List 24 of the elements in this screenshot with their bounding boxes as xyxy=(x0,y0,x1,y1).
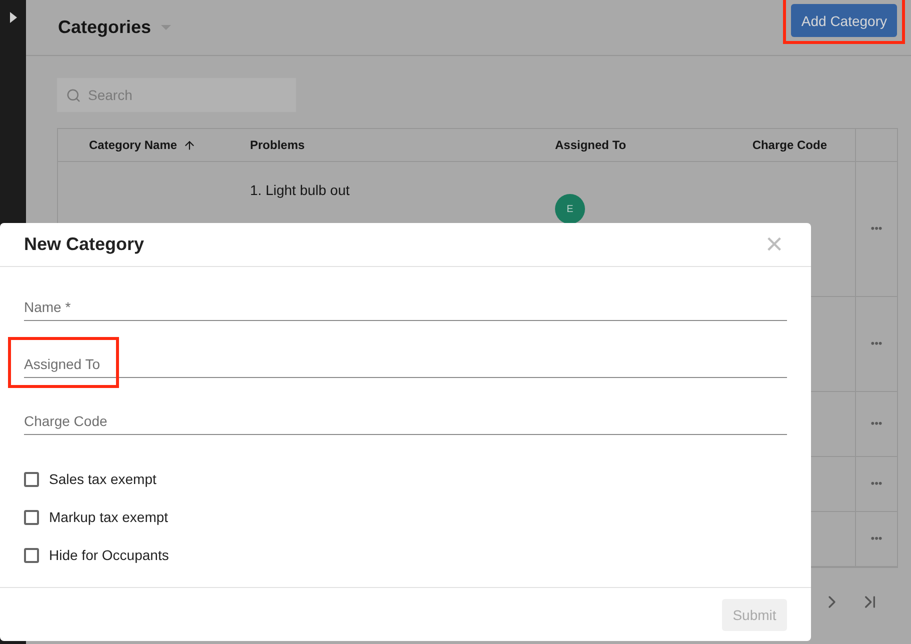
checkbox-label: Markup tax exempt xyxy=(49,509,168,525)
more-menu[interactable]: ••• xyxy=(870,478,882,490)
column-header[interactable]: Charge Code xyxy=(752,138,827,152)
sort-arrow-icon[interactable] xyxy=(183,138,196,152)
page-title: Categories xyxy=(58,17,152,38)
more-menu[interactable]: ••• xyxy=(870,223,882,235)
column-header[interactable]: Problems xyxy=(250,138,305,152)
column-header[interactable]: Category Name xyxy=(89,138,178,152)
checkbox-label: Sales tax exempt xyxy=(49,471,156,487)
problem-text: 1. Light bulb out xyxy=(250,182,351,198)
more-menu[interactable]: ••• xyxy=(870,338,882,350)
checkbox[interactable] xyxy=(24,472,39,486)
add-category-button[interactable]: Add Category xyxy=(791,4,897,37)
dialog-title: New Category xyxy=(24,234,144,255)
more-menu[interactable]: ••• xyxy=(870,533,882,545)
search-field[interactable]: Search xyxy=(57,78,296,112)
more-menu[interactable]: ••• xyxy=(870,418,882,430)
close-button[interactable]: × xyxy=(761,230,787,260)
checkbox[interactable] xyxy=(24,548,39,562)
avatar: E xyxy=(555,194,585,224)
checkbox[interactable] xyxy=(24,510,39,524)
checkbox-label: Hide for Occupants xyxy=(49,547,169,563)
expand-icon[interactable] xyxy=(10,12,16,23)
column-header[interactable]: Assigned To xyxy=(555,138,626,152)
